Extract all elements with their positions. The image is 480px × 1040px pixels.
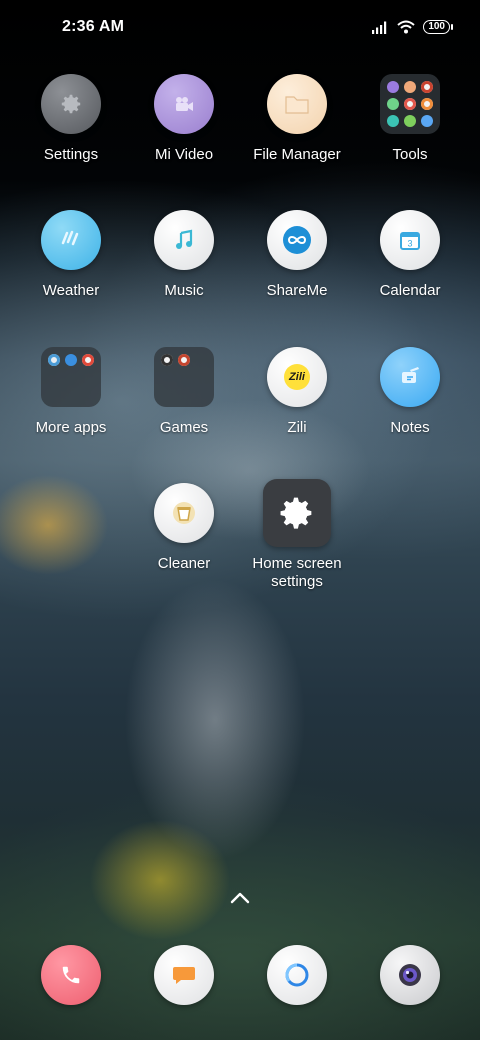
mini-app-icon: [65, 354, 77, 366]
mini-app-icon: [387, 115, 399, 127]
system-icons: 100: [371, 20, 453, 34]
app-calendar[interactable]: 3 Calendar: [350, 210, 470, 300]
games-folder-icon: [154, 347, 214, 407]
zili-logo-badge: Zili: [284, 364, 310, 390]
mini-app-icon: [404, 98, 416, 110]
gear-icon: [263, 479, 331, 547]
app-label: Weather: [42, 282, 100, 299]
app-label: Cleaner: [157, 555, 211, 572]
app-weather[interactable]: Weather: [11, 210, 131, 300]
apps-folder-icon: [41, 347, 101, 407]
mini-app-icon: [404, 81, 416, 93]
music-note-icon: [154, 210, 214, 270]
app-label: More apps: [35, 419, 107, 436]
camera-lens-icon: [380, 945, 440, 1005]
dock-browser[interactable]: [237, 945, 357, 1005]
dock-messaging[interactable]: [124, 945, 244, 1005]
app-notes[interactable]: Notes: [350, 347, 470, 437]
zili-logo-icon: Zili: [267, 347, 327, 407]
notes-icon: [380, 347, 440, 407]
folder-more-apps[interactable]: More apps: [11, 347, 131, 437]
phone-icon: [41, 945, 101, 1005]
video-camera-icon: [154, 74, 214, 134]
message-bubble-icon: [154, 945, 214, 1005]
infinity-icon: [267, 210, 327, 270]
app-settings[interactable]: Settings: [11, 74, 131, 164]
folder-games[interactable]: Games: [124, 347, 244, 437]
svg-text:3: 3: [407, 239, 412, 249]
wifi-icon: [397, 20, 415, 34]
app-zili[interactable]: Zili Zili: [237, 347, 357, 437]
calendar-icon: 3: [380, 210, 440, 270]
dock-phone[interactable]: [11, 945, 131, 1005]
zili-logo-text: Zili: [289, 371, 305, 383]
home-screen-settings[interactable]: Home screen settings: [237, 479, 357, 591]
broom-bucket-icon: [154, 483, 214, 543]
app-cleaner[interactable]: Cleaner: [124, 483, 244, 573]
weather-icon: [41, 210, 101, 270]
folder-icon: [267, 74, 327, 134]
app-label: ShareMe: [266, 282, 328, 299]
tools-folder-icon: [380, 74, 440, 134]
mini-app-icon: [387, 98, 399, 110]
app-label: Notes: [390, 419, 430, 436]
browser-ring-icon: [267, 945, 327, 1005]
app-label: Tools: [392, 146, 428, 163]
gear-icon: [41, 74, 101, 134]
clock: 2:36 AM: [62, 18, 125, 35]
signal-icon: [372, 21, 387, 34]
mini-app-icon: [421, 81, 433, 93]
app-label: Calendar: [379, 282, 441, 299]
app-label: File Manager: [253, 146, 341, 163]
mini-app-icon: [82, 354, 94, 366]
mini-app-icon: [387, 81, 399, 93]
mini-app-icon: [48, 354, 60, 366]
app-label: Home screen settings: [252, 555, 342, 590]
app-label: Settings: [43, 146, 99, 163]
app-label: Music: [164, 282, 204, 299]
mini-app-icon: [161, 354, 173, 366]
chevron-up-icon[interactable]: [228, 888, 252, 908]
app-shareme[interactable]: ShareMe: [237, 210, 357, 300]
mini-app-icon: [421, 98, 433, 110]
app-music[interactable]: Music: [124, 210, 244, 300]
mini-app-icon: [404, 115, 416, 127]
folder-tools[interactable]: Tools: [350, 74, 470, 164]
dock-camera[interactable]: [350, 945, 470, 1005]
status-bar: 2:36 AM 100: [0, 0, 480, 56]
app-label: Games: [159, 419, 209, 436]
mini-app-icon: [178, 354, 190, 366]
app-label: Zili: [287, 419, 307, 436]
app-label: Mi Video: [154, 146, 214, 163]
app-file-manager[interactable]: File Manager: [237, 74, 357, 164]
battery-indicator: 100: [423, 20, 453, 34]
mini-app-icon: [421, 115, 433, 127]
app-mi-video[interactable]: Mi Video: [124, 74, 244, 164]
